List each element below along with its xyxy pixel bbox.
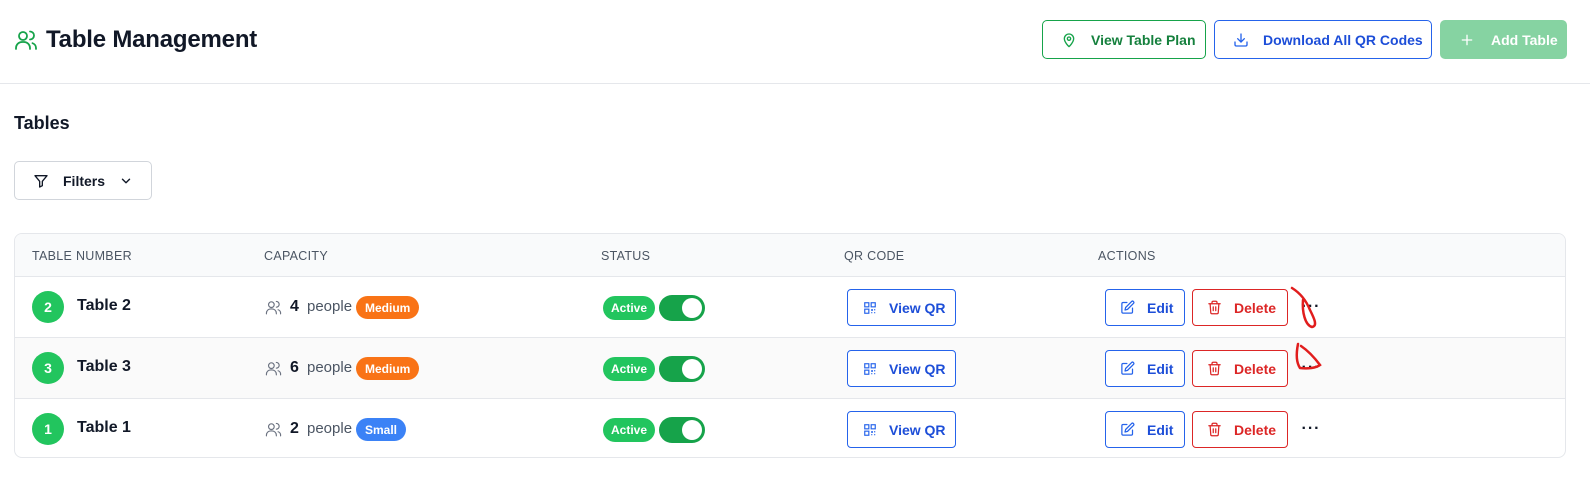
download-all-qr-label: Download All QR Codes [1263,31,1423,48]
status-badge: Active [603,357,656,381]
page-header: Table Management View Table Plan Downloa… [0,0,1590,84]
qr-code-icon [863,362,877,376]
add-table-label: Add Table [1491,31,1558,48]
column-header-qr-code: QR CODE [844,249,905,263]
size-badge: Medium [356,357,420,380]
column-header-table-number: TABLE NUMBER [32,249,132,263]
table-name: Table 1 [77,419,131,436]
more-options-icon[interactable]: ··· [1299,293,1323,321]
view-qr-label: View QR [889,299,946,316]
table-row: 1 Table 1 2 people Small Active View QR … [15,399,1565,457]
delete-button[interactable]: Delete [1192,289,1288,326]
download-all-qr-button[interactable]: Download All QR Codes [1214,20,1432,59]
users-icon [14,28,38,52]
size-badge: Small [356,418,407,441]
users-icon [265,421,282,438]
delete-label: Delete [1234,360,1277,377]
table-number-badge: 3 [32,352,64,384]
column-header-capacity: CAPACITY [264,249,328,263]
table-number-badge: 2 [32,291,64,323]
capacity-value: 6 [290,359,299,376]
table-row: 3 Table 3 6 people Medium Active View QR… [15,338,1565,399]
view-qr-button[interactable]: View QR [847,289,956,326]
table-row: 2 Table 2 4 people Medium Active View QR… [15,277,1565,338]
edit-icon [1120,361,1135,376]
page-title: Table Management [46,26,258,53]
plus-icon [1459,32,1475,48]
tables-table: TABLE NUMBER CAPACITY STATUS QR CODE ACT… [14,233,1566,458]
status-toggle[interactable] [659,417,705,443]
view-table-plan-button[interactable]: View Table Plan [1042,20,1206,59]
edit-button[interactable]: Edit [1105,289,1185,326]
more-options-icon[interactable]: ··· [1299,415,1323,443]
download-icon [1233,32,1249,48]
column-header-status: STATUS [601,249,651,263]
table-number-badge: 1 [32,413,64,445]
view-qr-button[interactable]: View QR [847,350,956,387]
edit-icon [1120,300,1135,315]
add-table-button[interactable]: Add Table [1440,20,1567,59]
toggle-knob [682,420,702,440]
edit-button[interactable]: Edit [1105,411,1185,448]
trash-icon [1207,361,1222,376]
filter-icon [33,173,49,189]
table-name: Table 3 [77,358,131,375]
status-badge: Active [603,418,656,442]
size-badge: Medium [356,296,420,319]
map-pin-icon [1061,32,1077,48]
toggle-knob [682,298,702,318]
status-toggle[interactable] [659,356,705,382]
capacity-value: 2 [290,420,299,437]
table-name: Table 2 [77,297,131,314]
users-icon [265,360,282,377]
toggle-knob [682,359,702,379]
trash-icon [1207,422,1222,437]
delete-button[interactable]: Delete [1192,411,1288,448]
table-header: TABLE NUMBER CAPACITY STATUS QR CODE ACT… [15,234,1565,277]
view-qr-label: View QR [889,421,946,438]
edit-label: Edit [1147,360,1174,377]
view-table-plan-label: View Table Plan [1091,31,1196,48]
capacity-value: 4 [290,298,299,315]
delete-label: Delete [1234,421,1277,438]
edit-label: Edit [1147,421,1174,438]
edit-label: Edit [1147,299,1174,316]
view-qr-label: View QR [889,360,946,377]
view-qr-button[interactable]: View QR [847,411,956,448]
delete-label: Delete [1234,299,1277,316]
delete-button[interactable]: Delete [1192,350,1288,387]
status-toggle[interactable] [659,295,705,321]
column-header-actions: ACTIONS [1098,249,1156,263]
qr-code-icon [863,423,877,437]
section-title: Tables [14,113,70,133]
users-icon [265,299,282,316]
capacity-unit: people [307,359,353,376]
edit-icon [1120,422,1135,437]
more-options-icon[interactable]: ··· [1299,354,1323,382]
trash-icon [1207,300,1222,315]
capacity-unit: people [307,298,353,315]
qr-code-icon [863,301,877,315]
title-group: Table Management [14,26,257,54]
capacity-unit: people [307,420,353,437]
edit-button[interactable]: Edit [1105,350,1185,387]
filters-button[interactable]: Filters [14,161,152,200]
filters-label: Filters [63,172,106,189]
status-badge: Active [603,296,656,320]
chevron-down-icon [119,174,133,188]
